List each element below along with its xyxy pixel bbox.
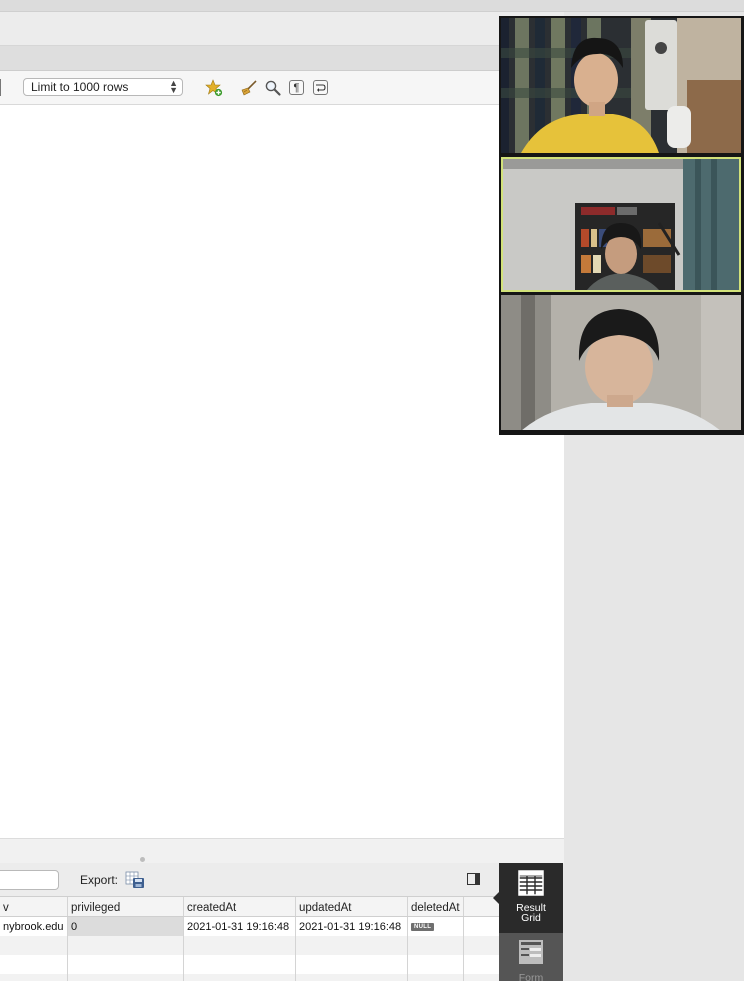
null-badge: NULL xyxy=(411,923,435,932)
query-tab-bar xyxy=(0,12,564,46)
column-header[interactable]: updatedAt xyxy=(296,897,408,916)
empty-cell xyxy=(68,955,184,974)
toolbar-edge xyxy=(0,79,1,96)
results-side-panel: Result Grid Form xyxy=(493,863,563,981)
wrap-lines-icon[interactable] xyxy=(313,80,328,95)
video-call-strip[interactable] xyxy=(499,16,744,435)
empty-cell xyxy=(296,955,408,974)
privileged-cell[interactable]: 0 xyxy=(68,917,184,936)
empty-cell xyxy=(184,974,296,981)
participant-video-1 xyxy=(501,18,741,153)
updated-at-cell[interactable]: 2021-01-31 19:16:48 xyxy=(296,917,408,936)
empty-row xyxy=(0,955,499,974)
result-grid: v privileged createdAt updatedAt deleted… xyxy=(0,897,499,981)
empty-cell xyxy=(408,955,464,974)
panel-toggle-icon[interactable] xyxy=(467,873,480,885)
result-grid-label: Result Grid xyxy=(516,903,546,924)
invisible-chars-icon[interactable]: ¶ xyxy=(289,80,304,95)
window-top-strip xyxy=(0,0,744,12)
participant-video-2 xyxy=(503,159,739,290)
form-label: Form xyxy=(518,972,544,981)
column-header[interactable]: privileged xyxy=(68,897,184,916)
empty-cell xyxy=(184,936,296,955)
editor-results-splitter[interactable] xyxy=(0,838,564,864)
form-editor-icon xyxy=(518,939,544,968)
limit-rows-value: Limit to 1000 rows xyxy=(31,80,129,94)
empty-cell xyxy=(408,936,464,955)
column-header[interactable]: createdAt xyxy=(184,897,296,916)
sql-editor-toolbar: Limit to 1000 rows ▲ ▼ ¶ xyxy=(0,71,564,105)
form-editor-button[interactable]: Form xyxy=(499,933,563,981)
video-tile-1[interactable] xyxy=(501,18,741,153)
empty-cell xyxy=(0,936,68,955)
empty-cell xyxy=(296,936,408,955)
column-header[interactable]: v xyxy=(0,897,68,916)
empty-cell xyxy=(408,974,464,981)
video-tile-2-active-speaker[interactable] xyxy=(501,157,741,292)
bookmark-star-icon[interactable] xyxy=(205,79,223,97)
participant-video-3 xyxy=(501,295,741,430)
empty-cell xyxy=(68,936,184,955)
export-label: Export: xyxy=(80,873,119,887)
beautify-broom-icon[interactable] xyxy=(240,79,258,97)
limit-rows-select[interactable]: Limit to 1000 rows ▲ ▼ xyxy=(23,78,183,96)
empty-cell xyxy=(0,974,68,981)
result-grid-label-line2: Grid xyxy=(521,912,541,924)
empty-row xyxy=(0,936,499,955)
find-magnifier-icon[interactable] xyxy=(264,79,282,97)
column-header[interactable]: deletedAt xyxy=(408,897,464,916)
deleted-at-cell[interactable]: NULL xyxy=(408,917,464,936)
empty-cell xyxy=(68,974,184,981)
email-cell[interactable]: nybrook.edu xyxy=(0,917,68,936)
sql-editor-area[interactable] xyxy=(0,105,564,838)
filter-rows-input[interactable] xyxy=(0,870,59,890)
result-grid-icon xyxy=(518,870,544,899)
empty-cell xyxy=(184,955,296,974)
video-tile-3[interactable] xyxy=(501,295,741,430)
result-grid-button[interactable]: Result Grid xyxy=(499,863,563,933)
chevron-updown-icon: ▲ ▼ xyxy=(169,78,178,95)
splitter-grip[interactable] xyxy=(140,857,145,862)
created-at-cell[interactable]: 2021-01-31 19:16:48 xyxy=(184,917,296,936)
table-row[interactable]: nybrook.edu 0 2021-01-31 19:16:48 2021-0… xyxy=(0,917,499,936)
empty-row xyxy=(0,974,499,981)
export-file-icon[interactable] xyxy=(125,871,145,889)
results-toolbar: Export: xyxy=(0,863,499,897)
grid-header-row: v privileged createdAt updatedAt deleted… xyxy=(0,897,499,917)
empty-cell xyxy=(0,955,68,974)
empty-cell xyxy=(296,974,408,981)
query-tab-strip xyxy=(0,46,564,71)
